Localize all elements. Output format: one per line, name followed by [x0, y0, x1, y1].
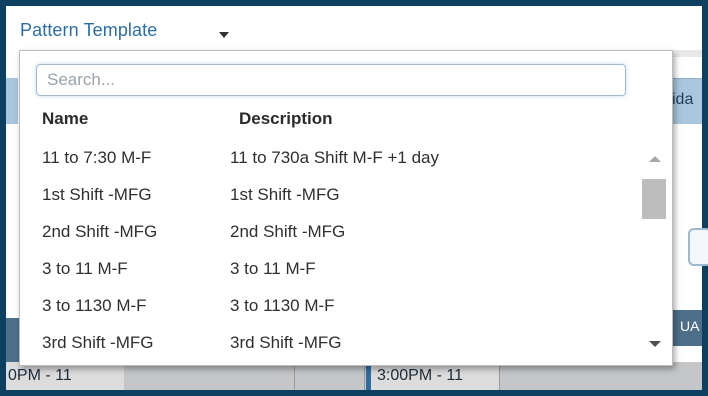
- list-item[interactable]: 3rd Shift -MFG 3rd Shift -MFG: [20, 324, 632, 361]
- list-item[interactable]: 3 to 1130 M-F 3 to 1130 M-F: [20, 287, 632, 324]
- item-description: 2nd Shift -MFG: [230, 222, 346, 241]
- pattern-template-dropdown: Name Description 11 to 7:30 M-F 11 to 73…: [19, 50, 673, 366]
- schedule-cell[interactable]: 0PM - 11: [6, 362, 125, 390]
- schedule-cell[interactable]: 3:00PM - 11: [366, 362, 500, 390]
- schedule-cell[interactable]: [500, 362, 702, 390]
- background-tab-left: [6, 78, 18, 124]
- scroll-thumb[interactable]: [642, 179, 666, 219]
- item-description: 1st Shift -MFG: [230, 185, 340, 204]
- item-description: 3 to 11 M-F: [230, 259, 316, 278]
- background-area: [672, 124, 702, 324]
- column-header-description: Description: [239, 109, 333, 128]
- background-button[interactable]: [688, 228, 708, 266]
- pattern-list: 11 to 7:30 M-F 11 to 730a Shift M-F +1 d…: [20, 139, 632, 365]
- list-item[interactable]: 1st Shift -MFG 1st Shift -MFG: [20, 176, 632, 213]
- background-tab: ida: [672, 78, 702, 125]
- item-name: 3 to 1130 M-F: [42, 296, 147, 315]
- pattern-template-trigger[interactable]: Pattern Template: [6, 6, 702, 50]
- item-name: 3rd Shift -MFG: [42, 333, 154, 352]
- background-bar-label: UA: [680, 318, 700, 334]
- list-item[interactable]: 11 to 7:30 M-F 11 to 730a Shift M-F +1 d…: [20, 139, 632, 176]
- background-bar-right: UA: [672, 310, 702, 346]
- item-description: 11 to 730a Shift M-F +1 day: [230, 148, 439, 167]
- scroll-down-icon[interactable]: [649, 341, 661, 347]
- list-item[interactable]: 2nd Shift -MFG 2nd Shift -MFG: [20, 213, 632, 250]
- scrollbar[interactable]: [638, 143, 670, 361]
- search-input[interactable]: [36, 64, 626, 96]
- chevron-down-icon[interactable]: [219, 32, 229, 38]
- background-bar-left: [6, 318, 20, 366]
- item-description: 3rd Shift -MFG: [230, 333, 342, 352]
- column-header-name: Name: [42, 109, 89, 128]
- item-name: 1st Shift -MFG: [42, 185, 152, 204]
- pattern-template-label[interactable]: Pattern Template: [20, 20, 157, 41]
- item-description: 3 to 1130 M-F: [230, 296, 335, 315]
- list-item[interactable]: 3 to 11 M-F 3 to 11 M-F: [20, 250, 632, 287]
- schedule-cell[interactable]: [296, 362, 365, 390]
- background-tab-label: ida: [672, 91, 694, 108]
- scroll-up-icon[interactable]: [649, 156, 661, 162]
- schedule-cell[interactable]: [124, 362, 295, 390]
- item-name: 3 to 11 M-F: [42, 259, 128, 278]
- item-name: 11 to 7:30 M-F: [42, 148, 152, 167]
- item-name: 2nd Shift -MFG: [42, 222, 158, 241]
